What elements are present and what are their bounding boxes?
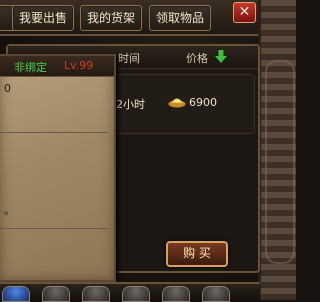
tab-claim-items[interactable]: 领取物品: [149, 5, 212, 31]
tooltip-divider: [0, 228, 108, 229]
tab-sell[interactable]: 我要出售: [12, 5, 75, 31]
buy-button[interactable]: 购 买: [166, 241, 228, 267]
tooltip-value: 0: [4, 82, 11, 95]
decorative-pillar: [258, 0, 296, 300]
sort-down-icon[interactable]: [215, 50, 227, 63]
bind-status: 非绑定: [14, 61, 47, 74]
close-icon: ✕: [238, 4, 251, 20]
column-price-header[interactable]: 价格: [186, 50, 208, 66]
tooltip-divider: [0, 132, 108, 133]
level-requirement: Lv.99: [64, 59, 94, 72]
item-tooltip: 非绑定 Lv.99 0 。: [0, 54, 116, 282]
gold-ingot-icon: [168, 98, 186, 108]
tooltip-header: 非绑定 Lv.99: [0, 56, 114, 77]
tab-my-shelf[interactable]: 我的货架: [80, 5, 143, 31]
tab-bar: 我要出售 我的货架 领取物品: [0, 0, 260, 36]
column-time-header[interactable]: 时间: [118, 50, 140, 66]
close-button[interactable]: ✕: [233, 2, 256, 23]
row-time: 2小时: [116, 98, 145, 111]
tooltip-text: 。: [4, 204, 15, 217]
row-price: 6900: [189, 96, 217, 109]
